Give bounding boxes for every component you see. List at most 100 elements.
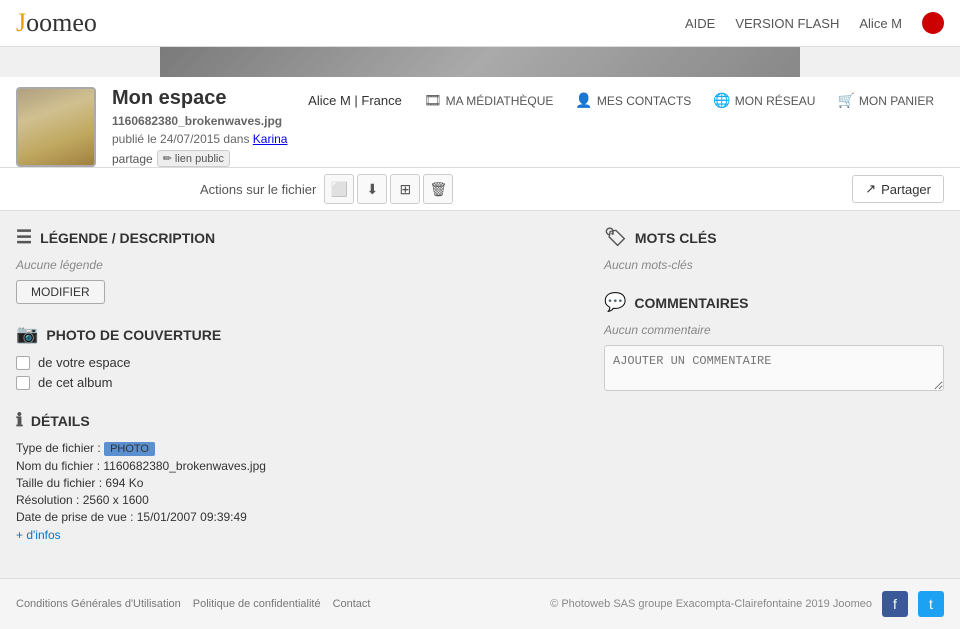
profile-avatar-image [18, 89, 94, 165]
info-icon: ℹ [16, 410, 23, 431]
chat-icon: 💬 [604, 292, 626, 313]
date-value: 15/01/2007 09:39:49 [137, 510, 247, 524]
date-label: Date de prise de vue : [16, 510, 133, 524]
mots-cles-title-text: MOTS CLÉS [635, 230, 717, 246]
nom-value: 1160682380_brokenwaves.jpg [103, 459, 266, 473]
reseau-label: MON RÉSEAU [735, 94, 816, 108]
mots-cles-section: 🏷 MOTS CLÉS Aucun mots-clés [604, 227, 944, 272]
contacts-label: MES CONTACTS [597, 94, 691, 108]
published-text: publié le 24/07/2015 dans [112, 132, 249, 146]
right-column: 🏷 MOTS CLÉS Aucun mots-clés 💬 COMMENTAIR… [604, 227, 944, 562]
politique-link[interactable]: Politique de confidentialité [193, 598, 321, 610]
left-column: ☰ LÉGENDE / DESCRIPTION Aucune légende M… [16, 227, 584, 562]
mediatheque-label: MA MÉDIATHÈQUE [446, 94, 554, 108]
actions-group: Actions sur le fichier ⬜ ⬇ ⊞ 🗑 [200, 174, 456, 204]
modifier-button[interactable]: MODIFIER [16, 280, 105, 304]
legende-title: ☰ LÉGENDE / DESCRIPTION [16, 227, 584, 248]
commentaires-title: 💬 COMMENTAIRES [604, 292, 944, 313]
action-screen-btn[interactable]: ⬜ [324, 174, 354, 204]
type-label: Type de fichier : [16, 441, 101, 455]
logo-j: J [16, 8, 26, 38]
actions-bar: Actions sur le fichier ⬜ ⬇ ⊞ 🗑 ↗ Partage… [0, 168, 960, 211]
header-right: AIDE VERSION FLASH Alice M [685, 12, 944, 34]
main-content: ☰ LÉGENDE / DESCRIPTION Aucune légende M… [0, 211, 960, 578]
published-meta: publié le 24/07/2015 dans Karina [112, 132, 944, 146]
action-download-btn[interactable]: ⬇ [357, 174, 387, 204]
lien-public-badge: ✏ lien public [157, 150, 230, 167]
karina-link[interactable]: Karina [253, 132, 288, 146]
commentaires-title-text: COMMENTAIRES [634, 295, 748, 311]
details-title: ℹ DÉTAILS [16, 410, 584, 431]
twitter-icon[interactable]: t [918, 591, 944, 617]
photo-badge: PHOTO [104, 442, 155, 456]
alice-link[interactable]: Alice M [859, 16, 902, 31]
contact-link[interactable]: Contact [333, 598, 371, 610]
contacts-icon: 👤 [575, 92, 592, 109]
radio-espace-box[interactable] [16, 356, 30, 370]
partager-btn[interactable]: ↗ Partager [852, 175, 944, 203]
detail-nom: Nom du fichier : 1160682380_brokenwaves.… [16, 459, 584, 473]
footer-links: Conditions Générales d'Utilisation Polit… [16, 598, 370, 610]
partager-label: Partager [881, 182, 931, 197]
details-section: ℹ DÉTAILS Type de fichier : PHOTO Nom du… [16, 410, 584, 542]
taille-value: 694 Ko [105, 476, 143, 490]
profile-section: Mon espace 1160682380_brokenwaves.jpg pu… [0, 77, 960, 168]
commentaire-input[interactable] [604, 345, 944, 391]
radio-album-label: de cet album [38, 375, 112, 390]
partage-label: partage [112, 152, 153, 166]
photo-couverture-title: 📷 PHOTO DE COUVERTURE [16, 324, 584, 345]
nom-label: Nom du fichier : [16, 459, 100, 473]
legende-title-text: LÉGENDE / DESCRIPTION [40, 230, 215, 246]
details-title-text: DÉTAILS [31, 413, 90, 429]
panier-label: MON PANIER [859, 94, 934, 108]
list-icon: ☰ [16, 227, 32, 248]
lien-public-text: lien public [175, 153, 224, 165]
user-name: Alice M | France [308, 93, 402, 108]
resolution-value: 2560 x 1600 [83, 493, 149, 507]
footer-right: © Photoweb SAS groupe Exacompta-Clairefo… [550, 591, 944, 617]
mon-reseau-btn[interactable]: 🌐 MON RÉSEAU [703, 87, 825, 114]
radio-album-box[interactable] [16, 376, 30, 390]
header: Joomeo AIDE VERSION FLASH Alice M [0, 0, 960, 47]
aide-link[interactable]: AIDE [685, 16, 715, 31]
detail-type: Type de fichier : PHOTO [16, 441, 584, 456]
mots-cles-title: 🏷 MOTS CLÉS [604, 227, 944, 248]
conditions-link[interactable]: Conditions Générales d'Utilisation [16, 598, 181, 610]
radio-espace-label: de votre espace [38, 355, 131, 370]
radio-album[interactable]: de cet album [16, 375, 584, 390]
avatar-small [922, 12, 944, 34]
share-icon: ↗ [865, 181, 876, 197]
resolution-label: Résolution : [16, 493, 79, 507]
aucun-mots-cles: Aucun mots-clés [604, 258, 944, 272]
panier-icon: 🛒 [837, 92, 854, 109]
actions-label: Actions sur le fichier [200, 182, 316, 197]
photo-couverture-section: 📷 PHOTO DE COUVERTURE de votre espace de… [16, 324, 584, 390]
nav-right: Alice M | France 🎞 MA MÉDIATHÈQUE 👤 MES … [308, 87, 944, 114]
facebook-icon[interactable]: f [882, 591, 908, 617]
tag-icon: 🏷 [604, 227, 627, 248]
photo-couverture-title-text: PHOTO DE COUVERTURE [46, 327, 221, 343]
logo-text: oomeo [26, 8, 97, 38]
action-grid-btn[interactable]: ⊞ [390, 174, 420, 204]
profile-meta: 1160682380_brokenwaves.jpg [112, 114, 944, 128]
aucune-legende: Aucune légende [16, 258, 584, 272]
detail-taille: Taille du fichier : 694 Ko [16, 476, 584, 490]
action-trash-btn[interactable]: 🗑 [423, 174, 453, 204]
legende-section: ☰ LÉGENDE / DESCRIPTION Aucune légende M… [16, 227, 584, 304]
aucun-commentaire: Aucun commentaire [604, 323, 944, 337]
taille-label: Taille du fichier : [16, 476, 102, 490]
mon-panier-btn[interactable]: 🛒 MON PANIER [827, 87, 944, 114]
commentaires-section: 💬 COMMENTAIRES Aucun commentaire [604, 292, 944, 394]
detail-resolution: Résolution : 2560 x 1600 [16, 493, 584, 507]
profile-partage: partage ✏ lien public [112, 150, 944, 167]
logo: Joomeo [16, 8, 97, 38]
version-flash-link[interactable]: VERSION FLASH [735, 16, 839, 31]
footer-copyright: © Photoweb SAS groupe Exacompta-Clairefo… [550, 598, 872, 610]
mediatheque-icon: 🎞 [424, 92, 442, 109]
ma-mediatheque-btn[interactable]: 🎞 MA MÉDIATHÈQUE [414, 87, 564, 114]
reseau-icon: 🌐 [713, 92, 730, 109]
radio-espace[interactable]: de votre espace [16, 355, 584, 370]
file-name: 1160682380_brokenwaves.jpg [112, 114, 282, 128]
banner [160, 47, 800, 77]
mes-contacts-btn[interactable]: 👤 MES CONTACTS [565, 87, 701, 114]
